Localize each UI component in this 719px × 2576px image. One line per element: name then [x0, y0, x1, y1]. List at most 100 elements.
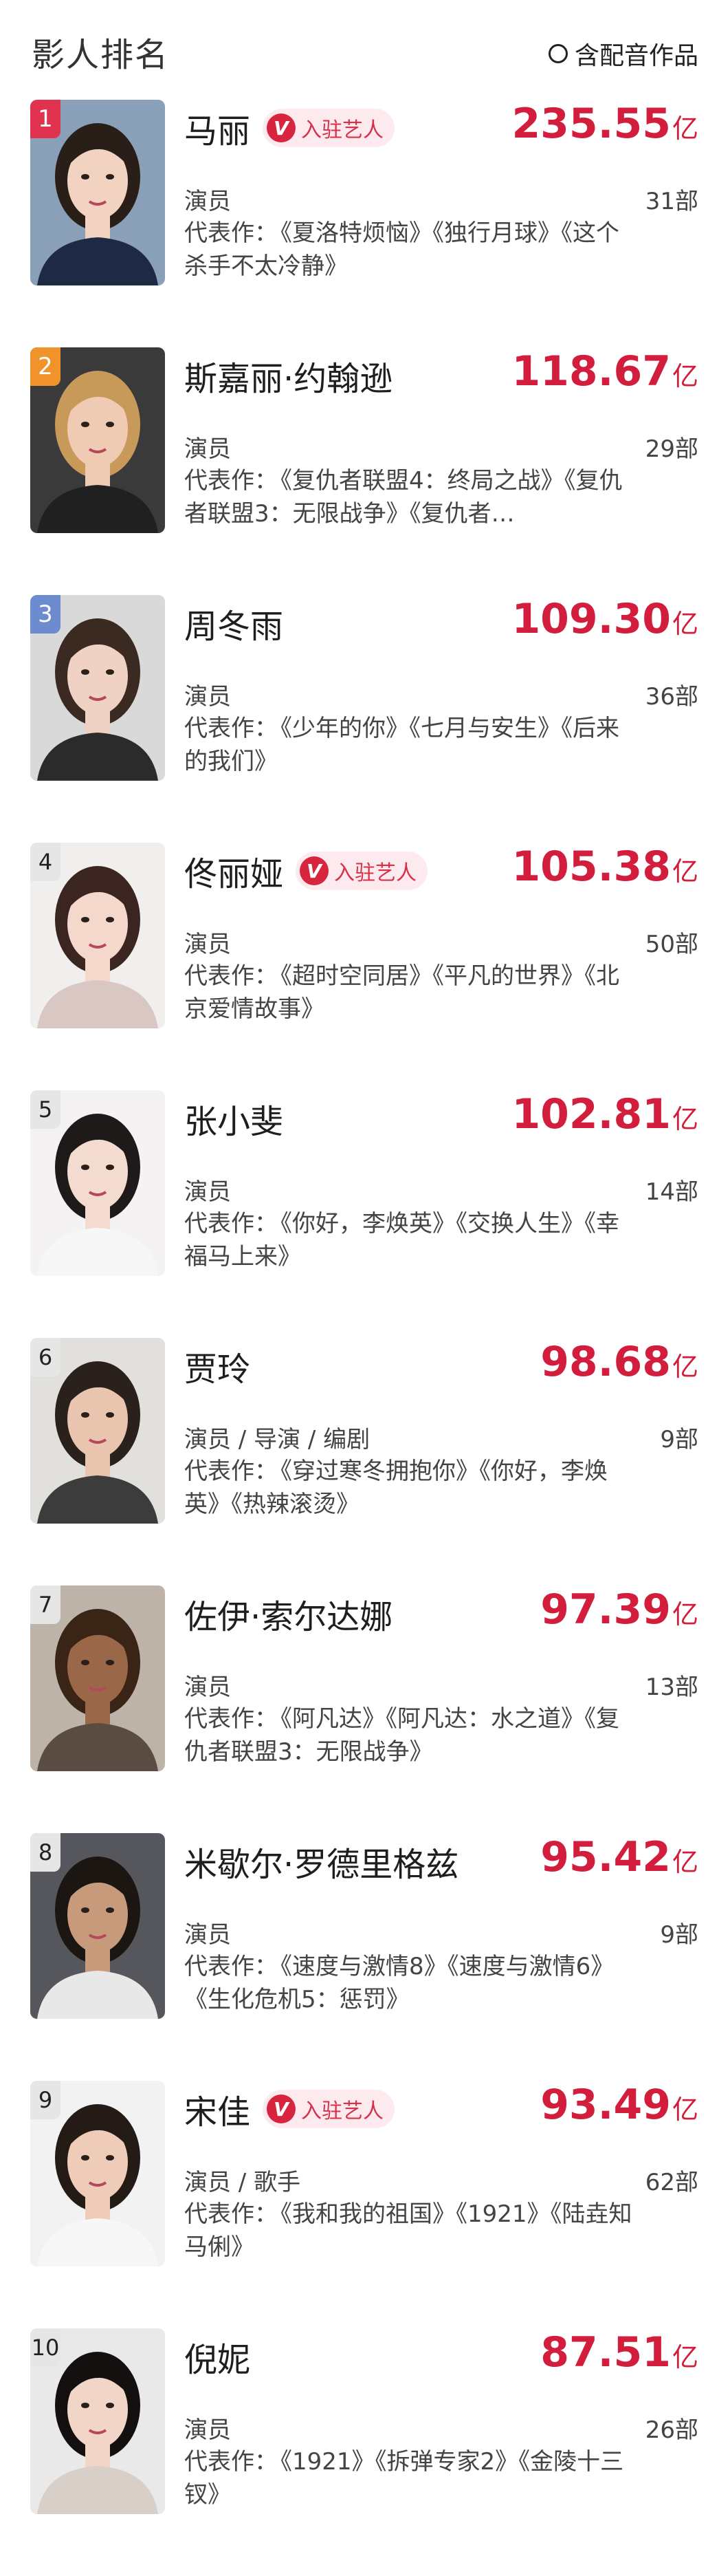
actor-photo[interactable]: 5 [30, 1090, 165, 1276]
works-label: 代表作： [184, 1953, 278, 1980]
verified-artist-badge: V 入驻艺人 [296, 852, 428, 890]
actor-roles: 演员 [184, 435, 231, 463]
representative-works: 代表作： 《复仇者联盟4：终局之战》《复仇者联盟3：无限战争》《复仇者… [184, 464, 634, 530]
box-office: 97.39亿 [540, 1585, 698, 1634]
film-count: 50部 [645, 931, 698, 958]
works-label: 代表作： [184, 715, 278, 742]
actor-row[interactable]: 2 斯嘉丽·约翰逊 118.67亿 演员 29部 代表作： 《复仇者联盟4：终局之… [0, 347, 719, 595]
verified-artist-label: 入驻艺人 [334, 861, 417, 885]
actor-photo[interactable]: 1 [30, 100, 165, 285]
box-office-unit: 亿 [672, 361, 698, 391]
rank-badge: 6 [30, 1338, 60, 1376]
box-office: 235.55亿 [511, 100, 698, 148]
actor-row[interactable]: 5 张小斐 102.81亿 演员 14部 代表作： 《你好，李焕英》《交换人生》《… [0, 1090, 719, 1338]
film-count: 29部 [645, 435, 698, 463]
actor-photo[interactable]: 6 [30, 1338, 165, 1524]
actor-name[interactable]: 马丽 [184, 104, 250, 152]
box-office-value: 97.39 [540, 1585, 671, 1634]
actor-row[interactable]: 8 米歇尔·罗德里格兹 95.42亿 演员 9部 代表作： 《速度与激情8》《速度… [0, 1833, 719, 2081]
actor-roles: 演员 [184, 931, 231, 958]
actor-name[interactable]: 张小斐 [184, 1094, 283, 1143]
film-count: 9部 [660, 1921, 698, 1949]
actor-photo[interactable]: 3 [30, 595, 165, 781]
actor-roles: 演员 [184, 188, 231, 215]
film-count: 14部 [645, 1178, 698, 1206]
actor-name-line: 周冬雨 [184, 599, 283, 647]
actor-name-line: 贾玲 [184, 1342, 250, 1390]
verified-v-icon: V [300, 856, 329, 885]
box-office-value: 98.68 [540, 1338, 671, 1386]
actor-photo[interactable]: 9 [30, 2081, 165, 2266]
actor-photo[interactable]: 7 [30, 1585, 165, 1771]
works-label: 代表作： [184, 1705, 278, 1733]
box-office: 109.30亿 [511, 595, 698, 643]
verified-artist-label: 入驻艺人 [301, 118, 384, 142]
actor-roles: 演员 [184, 1921, 231, 1949]
actor-photo[interactable]: 4 [30, 843, 165, 1028]
actor-name[interactable]: 周冬雨 [184, 599, 283, 647]
film-count: 9部 [660, 1426, 698, 1453]
verified-artist-badge: V 入驻艺人 [263, 109, 395, 147]
box-office-unit: 亿 [672, 1847, 698, 1877]
actor-name[interactable]: 米歇尔·罗德里格兹 [184, 1837, 458, 1885]
box-office-unit: 亿 [672, 609, 698, 639]
box-office: 95.42亿 [540, 1833, 698, 1881]
actor-name-line: 倪妮 [184, 2333, 250, 2381]
box-office-unit: 亿 [672, 856, 698, 887]
box-office: 93.49亿 [540, 2081, 698, 2129]
film-count: 13部 [645, 1674, 698, 1701]
actor-name[interactable]: 倪妮 [184, 2333, 250, 2381]
box-office-unit: 亿 [672, 2342, 698, 2372]
page-header: 影人排名 含配音作品 [0, 0, 719, 100]
actor-row[interactable]: 9 宋佳 V 入驻艺人 93.49亿 演员 / 歌手 62部 代表作： 《我和我的… [0, 2081, 719, 2328]
actor-photo[interactable]: 8 [30, 1833, 165, 2019]
radio-unchecked-icon[interactable] [548, 44, 568, 63]
actor-row[interactable]: 4 佟丽娅 V 入驻艺人 105.38亿 演员 50部 代表作： 《超时空同居》《… [0, 843, 719, 1090]
rank-badge: 2 [30, 347, 60, 386]
box-office: 102.81亿 [511, 1090, 698, 1138]
box-office-unit: 亿 [672, 1104, 698, 1134]
actor-name[interactable]: 贾玲 [184, 1342, 250, 1390]
actor-name[interactable]: 佐伊·索尔达娜 [184, 1590, 392, 1638]
box-office-value: 109.30 [511, 595, 671, 643]
box-office-value: 93.49 [540, 2081, 671, 2129]
actor-name[interactable]: 佟丽娅 [184, 847, 283, 895]
actor-name-line: 佟丽娅 V 入驻艺人 [184, 847, 428, 895]
actor-name-line: 斯嘉丽·约翰逊 [184, 351, 392, 400]
rank-badge: 7 [30, 1585, 60, 1624]
dubbing-filter-label: 含配音作品 [574, 42, 698, 70]
rank-badge: 5 [30, 1090, 60, 1129]
actor-row[interactable]: 6 贾玲 98.68亿 演员 / 导演 / 编剧 9部 代表作： 《穿过寒冬拥抱你… [0, 1338, 719, 1585]
actor-name-line: 米歇尔·罗德里格兹 [184, 1837, 458, 1885]
representative-works: 代表作： 《超时空同居》《平凡的世界》《北京爱情故事》 [184, 960, 634, 1026]
representative-works: 代表作： 《你好，李焕英》《交换人生》《幸福马上来》 [184, 1207, 634, 1273]
box-office: 118.67亿 [511, 347, 698, 396]
rank-badge: 10 [30, 2328, 60, 2367]
dubbing-filter-toggle[interactable]: 含配音作品 [548, 36, 698, 72]
rank-badge: 1 [30, 100, 60, 138]
representative-works: 代表作： 《1921》《拆弹专家2》《金陵十三钗》 [184, 2445, 634, 2511]
actor-name[interactable]: 宋佳 [184, 2085, 250, 2133]
actor-roles: 演员 [184, 683, 231, 711]
actor-photo[interactable]: 10 [30, 2328, 165, 2514]
representative-works: 代表作： 《穿过寒冬拥抱你》《你好，李焕英》《热辣滚烫》 [184, 1455, 634, 1521]
verified-v-icon: V [267, 2095, 296, 2123]
representative-works: 代表作： 《少年的你》《七月与安生》《后来的我们》 [184, 712, 634, 778]
actor-row[interactable]: 7 佐伊·索尔达娜 97.39亿 演员 13部 代表作： 《阿凡达》《阿凡达：水之… [0, 1585, 719, 1833]
representative-works: 代表作： 《阿凡达》《阿凡达：水之道》《复仇者联盟3：无限战争》 [184, 1702, 634, 1768]
actor-row[interactable]: 1 马丽 V 入驻艺人 235.55亿 演员 31部 代表作： 《夏洛特烦恼》《独… [0, 100, 719, 347]
box-office-value: 95.42 [540, 1833, 671, 1881]
rank-badge: 9 [30, 2081, 60, 2119]
works-label: 代表作： [184, 467, 278, 495]
works-label: 代表作： [184, 1458, 278, 1485]
actor-row[interactable]: 10 倪妮 87.51亿 演员 26部 代表作： 《1921》《拆弹专家2》《金陵… [0, 2328, 719, 2576]
film-count: 62部 [645, 2169, 698, 2196]
actor-row[interactable]: 3 周冬雨 109.30亿 演员 36部 代表作： 《少年的你》《七月与安生》《后… [0, 595, 719, 843]
box-office-unit: 亿 [672, 2095, 698, 2125]
verified-artist-label: 入驻艺人 [301, 2099, 384, 2123]
actor-name-line: 张小斐 [184, 1094, 283, 1143]
actor-name[interactable]: 斯嘉丽·约翰逊 [184, 351, 392, 400]
works-label: 代表作： [184, 1210, 278, 1237]
actor-photo[interactable]: 2 [30, 347, 165, 533]
actor-roles: 演员 [184, 1674, 231, 1701]
